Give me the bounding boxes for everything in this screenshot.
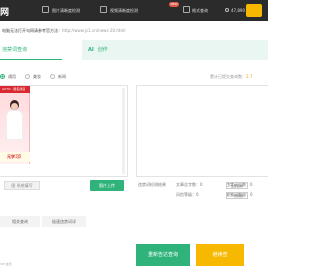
visitor-counter: 47,890 [231,8,245,13]
footer-label: VIP 会员 [0,262,12,266]
ad-person-image [6,100,23,148]
start-query-button[interactable]: 重新告达查询 [136,244,190,266]
copy-all-button[interactable]: 全部复制 [226,182,248,189]
result-stats: 违禁词检测结果 文章总字数：0 违禁词总数：0 风险等级：0 敏感词数量：0 [136,178,268,212]
radio-general[interactable] [0,74,5,79]
input-toolbar: 图 系统填写 图片上传 [0,178,128,192]
tab-fast-check[interactable]: 极速违禁词详 [42,216,86,227]
new-badge: NEW [169,2,179,7]
video-icon [100,6,107,13]
radio-beauty-label: 美妆 [33,74,41,79]
nav-image-check[interactable]: 图片清晰度检测 [52,8,80,14]
notice-line: 电脑无法打开句网请参考官方法：http://www.jc1.cn/news-20… [2,28,125,34]
notice-link[interactable]: http://www.jc1.cn/news-20.html [62,28,125,33]
nav-format-query[interactable]: 格式查询 [192,8,208,14]
radio-general-label: 通用 [8,74,16,79]
mode-selector: 通用 美妆 新闻 累计已提交查询数：2.7 [0,73,268,81]
tab-ai-create[interactable]: AI 创作 [82,40,268,60]
fill-button[interactable]: 图 系统填写 [4,181,40,190]
ad-header: AUTO · 报名通道 [0,86,30,93]
top-nav-bar: 网 图片清晰度检测 视频清晰度检测 NEW 格式查询 47,890 [0,0,268,21]
tab-ai-label: 创作 [97,47,108,53]
nav-video-check[interactable]: 视频清晰度检测 [110,8,138,14]
tab-related-query[interactable]: 相关查询 [0,216,40,227]
radio-news-label: 新闻 [58,74,66,79]
notice-text: 电脑无法打开句网请参考官方法： [2,28,62,33]
image-icon [42,6,49,13]
replace-all-button[interactable]: 一键替换 [226,192,248,199]
image-upload-button[interactable]: 图片上传 [90,180,124,191]
stat-risk-level: 风险等级：0 [176,192,199,197]
login-button[interactable] [246,4,262,17]
radio-beauty[interactable] [25,74,30,79]
site-logo[interactable]: 网 [0,5,9,18]
ai-icon: AI [88,47,94,53]
tab-sensitive-word-query[interactable]: 违禁词查询 [0,40,62,60]
format-icon [183,6,190,13]
radio-news[interactable] [50,74,55,79]
side-ad-banner[interactable]: AUTO · 报名通道 元学习】 [0,86,30,164]
result-area [136,85,268,177]
stat-total-chars: 文章总字数：0 [176,182,203,187]
continue-button[interactable]: 继续查 [196,244,244,266]
scrollbar[interactable] [122,88,125,174]
user-icon [225,8,229,12]
result-label: 违禁词检测结果 [138,182,166,187]
ad-footer: 元学习】 [0,152,30,162]
total-query-count: 累计已提交查询数：2.7 [210,74,253,79]
